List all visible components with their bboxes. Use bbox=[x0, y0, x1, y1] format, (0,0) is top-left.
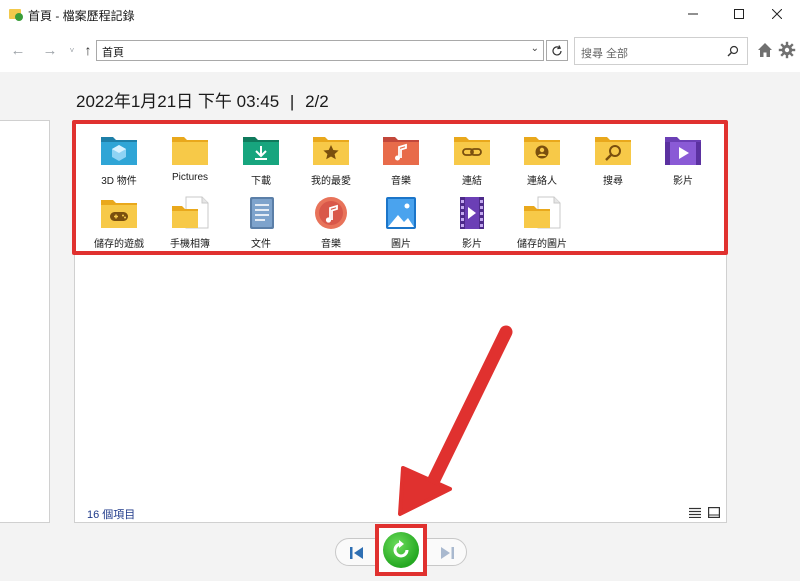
refresh-button[interactable] bbox=[546, 40, 568, 61]
search-icon bbox=[727, 45, 739, 57]
address-path: 首頁 bbox=[102, 47, 124, 59]
maximize-icon bbox=[734, 9, 744, 19]
restore-icon bbox=[393, 540, 409, 558]
refresh-icon bbox=[552, 44, 562, 55]
window-title: 首頁 - 檔案歷程記錄 bbox=[28, 9, 135, 23]
recent-locations-button[interactable]: ˅ bbox=[66, 40, 78, 60]
item-count: 16 個項目 bbox=[87, 509, 136, 521]
gear-icon[interactable] bbox=[778, 41, 796, 59]
snapshot-separator: | bbox=[289, 92, 295, 111]
chevron-down-icon[interactable]: ⌄ bbox=[531, 43, 539, 54]
up-arrow-icon: ↑ bbox=[84, 42, 92, 58]
back-arrow-icon: ← bbox=[10, 41, 26, 59]
highlight-frame bbox=[72, 120, 728, 255]
large-icons-view-icon[interactable] bbox=[708, 507, 720, 518]
navigation-bar: ← → ˅ ↑ 首頁 ⌄ 搜尋 全部 bbox=[0, 28, 800, 72]
snapshot-date-heading: 2022年1月21日 下午 03:45 | 2/2 bbox=[76, 87, 329, 112]
previous-snapshot-pane[interactable] bbox=[0, 120, 50, 523]
snapshot-date: 2022年1月21日 下午 03:45 bbox=[76, 92, 280, 111]
file-history-app-icon bbox=[9, 9, 23, 21]
search-input[interactable]: 搜尋 全部 bbox=[581, 45, 628, 61]
previous-version-icon[interactable] bbox=[349, 546, 365, 560]
restore-highlight-frame bbox=[375, 524, 427, 576]
up-button[interactable]: ↑ bbox=[78, 40, 98, 60]
forward-button[interactable]: → bbox=[40, 40, 60, 60]
chevron-down-icon: ˅ bbox=[69, 45, 75, 55]
home-icon[interactable] bbox=[756, 41, 774, 59]
back-button[interactable]: ← bbox=[8, 40, 28, 60]
minimize-button[interactable] bbox=[670, 0, 716, 28]
snapshot-page: 2/2 bbox=[305, 92, 329, 111]
close-icon bbox=[772, 9, 782, 19]
details-view-icon[interactable] bbox=[689, 507, 701, 518]
close-button[interactable] bbox=[754, 0, 800, 28]
title-bar: 首頁 - 檔案歷程記錄 bbox=[0, 0, 800, 28]
restore-button[interactable] bbox=[383, 532, 419, 568]
search-box[interactable]: 搜尋 全部 bbox=[574, 37, 748, 65]
forward-arrow-icon: → bbox=[42, 41, 58, 59]
address-bar[interactable]: 首頁 ⌄ bbox=[96, 40, 544, 61]
next-version-icon[interactable] bbox=[439, 546, 455, 560]
minimize-icon bbox=[688, 13, 698, 15]
